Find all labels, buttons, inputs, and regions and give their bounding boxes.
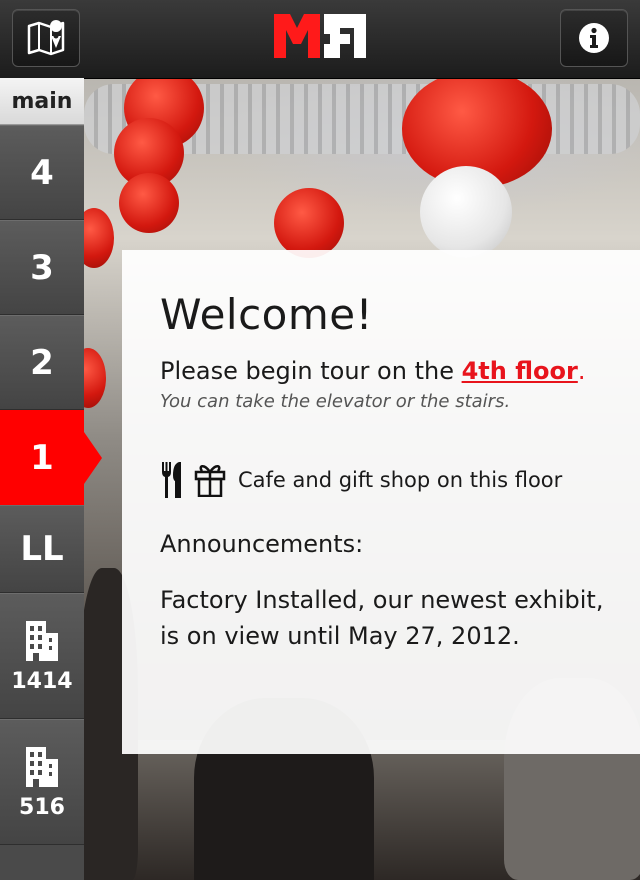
- active-floor-arrow: [84, 431, 102, 484]
- announcement-text: Factory Installed, our newest exhibit, i…: [160, 586, 604, 650]
- amenities-row: Cafe and gift shop on this floor: [160, 462, 640, 498]
- info-icon: [579, 23, 609, 53]
- tour-start-prefix: Please begin tour on the: [160, 357, 462, 385]
- tour-start-text: Please begin tour on the 4th floor.: [160, 357, 640, 385]
- red-lantern: [274, 188, 344, 258]
- tour-start-suffix: .: [577, 357, 586, 385]
- welcome-title: Welcome!: [160, 290, 373, 339]
- top-navigation-bar: [0, 0, 640, 79]
- floor-label: 3: [30, 247, 54, 288]
- floor-ll-button[interactable]: LL: [0, 505, 84, 593]
- app-logo: [274, 14, 366, 60]
- floor-sidebar: main 4 3 2 1 LL 1414 516: [0, 78, 102, 880]
- amenities-text: Cafe and gift shop on this floor: [238, 468, 563, 492]
- floor-3-button[interactable]: 3: [0, 220, 84, 315]
- gift-icon: [194, 465, 226, 497]
- white-lantern: [420, 166, 512, 258]
- floor-4-button[interactable]: 4: [0, 125, 84, 220]
- building-label: 516: [19, 794, 65, 820]
- floor-label: 2: [30, 342, 54, 383]
- red-lantern: [119, 173, 179, 233]
- info-button[interactable]: [560, 9, 628, 67]
- main-building-label: main: [0, 78, 84, 125]
- building-icon: [26, 620, 58, 661]
- floor-1-button[interactable]: 1: [0, 410, 102, 505]
- map-button[interactable]: [12, 9, 80, 67]
- welcome-card: Welcome! Please begin tour on the 4th fl…: [122, 250, 640, 754]
- floor-label: 4: [30, 152, 54, 193]
- map-pin-icon: [27, 20, 65, 56]
- building-516-button[interactable]: 516: [0, 719, 84, 845]
- building-label: 1414: [11, 668, 73, 694]
- red-lantern: [84, 348, 106, 408]
- red-lantern: [84, 208, 114, 268]
- fourth-floor-link[interactable]: 4th floor: [462, 357, 578, 385]
- elevator-hint: You can take the elevator or the stairs.: [160, 391, 511, 412]
- building-1414-button[interactable]: 1414: [0, 593, 84, 719]
- fork-knife-icon: [162, 462, 181, 498]
- announcements-heading: Announcements:: [160, 530, 364, 558]
- floor-label: 1: [30, 437, 54, 478]
- building-icon: [26, 746, 58, 787]
- floor-2-button[interactable]: 2: [0, 315, 84, 410]
- floor-label: LL: [20, 529, 64, 569]
